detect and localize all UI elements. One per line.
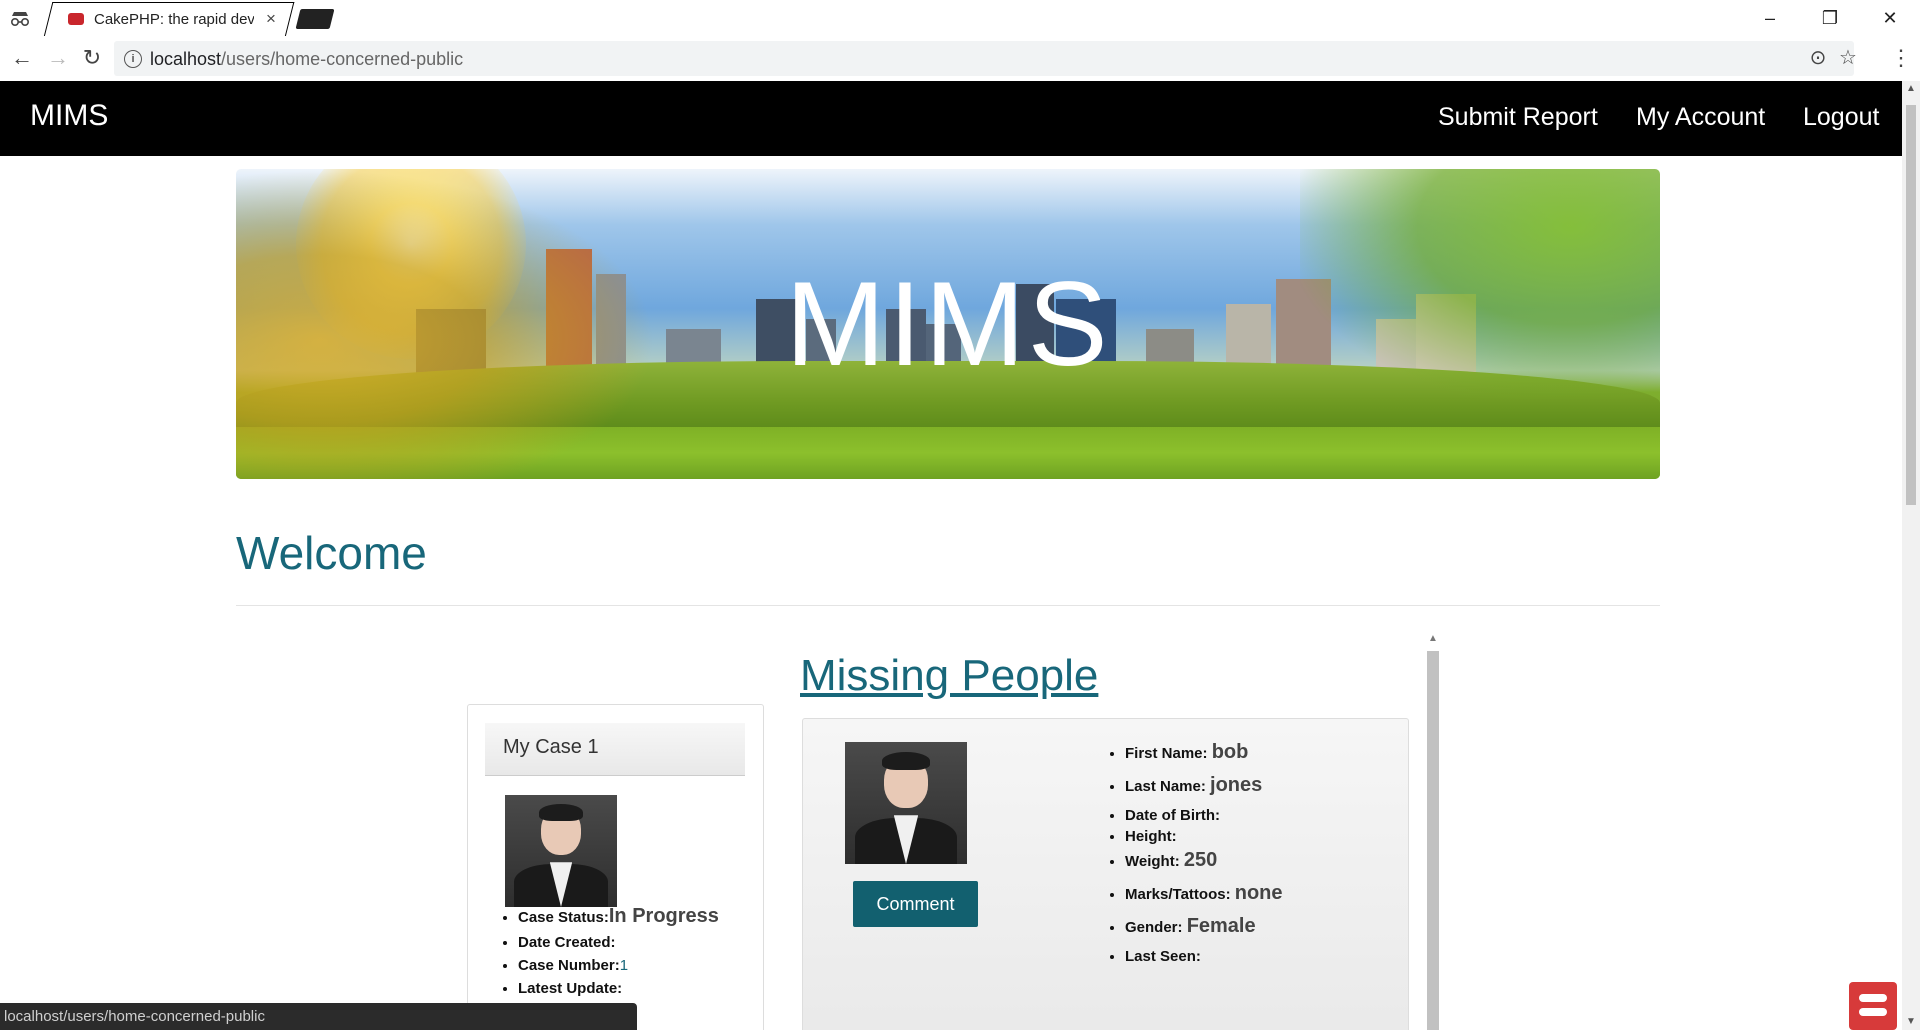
page-scrollbar-thumb[interactable] (1906, 105, 1916, 505)
comment-button[interactable]: Comment (853, 881, 978, 927)
hero-banner: MIMS (236, 169, 1660, 479)
content-scrollbar-thumb[interactable] (1427, 651, 1439, 1030)
address-url[interactable]: localhost/users/home-concerned-public (150, 49, 463, 70)
case-status-label: Case Status: (518, 909, 609, 926)
case-card-header: My Case 1 (485, 723, 745, 776)
last-seen-label: Last Seen: (1125, 948, 1201, 965)
hero-title: MIMS (785, 257, 1111, 391)
weight-value: 250 (1183, 849, 1218, 871)
page-scroll-up-icon[interactable]: ▲ (1902, 81, 1920, 97)
missing-people-link[interactable]: Missing People (800, 651, 1098, 701)
new-tab-button[interactable] (295, 9, 335, 29)
address-bar[interactable]: i localhost/users/home-concerned-public … (114, 41, 1857, 76)
latest-update-item: Latest Update: (518, 980, 719, 997)
location-icon[interactable]: ⊙ (1806, 46, 1830, 70)
browser-toolbar: ← → ↻ i localhost/users/home-concerned-p… (0, 36, 1920, 81)
bookmark-star-icon[interactable]: ☆ (1836, 46, 1860, 70)
case-details-list: Case Status:In Progress Date Created: Ca… (494, 905, 719, 1003)
gender-label: Gender: (1125, 919, 1183, 936)
last-seen-item: Last Seen: (1125, 948, 1283, 965)
restore-icon[interactable]: ❐ (1800, 0, 1860, 36)
tab-title: CakePHP: the rapid deve (94, 10, 254, 28)
page-viewport: MIMS Submit Report My Account Logout MIM… (0, 81, 1902, 1030)
first-name-item: First Name: bob (1125, 741, 1283, 764)
first-name-value: bob (1211, 741, 1249, 763)
brand-link[interactable]: MIMS (30, 99, 108, 133)
dob-item: Date of Birth: (1125, 807, 1283, 824)
latest-update-label: Latest Update: (518, 980, 623, 997)
missing-person-photo (845, 742, 967, 864)
content-scrollbar[interactable]: ▲ (1422, 631, 1440, 1030)
info-icon[interactable]: i (124, 50, 142, 68)
reload-icon[interactable]: ↻ (76, 42, 108, 74)
nav-logout[interactable]: Logout (1803, 103, 1879, 132)
case-status-item: Case Status:In Progress (518, 905, 719, 928)
cakephp-favicon-icon (68, 13, 84, 25)
close-tab-icon[interactable]: × (266, 9, 276, 29)
last-name-value: jones (1210, 774, 1263, 796)
case-number-value[interactable]: 1 (620, 957, 628, 974)
url-host: localhost (150, 49, 222, 69)
marks-item: Marks/Tattoos: none (1125, 882, 1283, 905)
url-path: /users/home-concerned-public (221, 49, 464, 69)
gender-item: Gender: Female (1125, 915, 1283, 938)
browser-tab-content[interactable]: CakePHP: the rapid deve × (62, 2, 292, 36)
case-person-photo (505, 795, 617, 907)
height-label: Height: (1125, 828, 1177, 845)
person-details-list: First Name: bob Last Name: jones Date of… (1103, 741, 1283, 975)
marks-value: none (1234, 882, 1283, 904)
status-url-bubble: localhost/users/home-concerned-public (0, 1003, 637, 1030)
missing-person-card: Comment First Name: bob Last Name: jones… (802, 718, 1409, 1030)
dob-label: Date of Birth: (1125, 807, 1220, 824)
weight-item: Weight: 250 (1125, 849, 1283, 872)
gender-value: Female (1186, 915, 1256, 937)
last-name-item: Last Name: jones (1125, 774, 1283, 797)
last-name-label: Last Name: (1125, 778, 1206, 795)
floating-app-logo-icon[interactable] (1849, 982, 1897, 1030)
divider (236, 605, 1660, 606)
incognito-icon (8, 8, 32, 28)
page-scroll-down-icon[interactable]: ▼ (1902, 1014, 1920, 1030)
forward-icon[interactable]: → (42, 42, 74, 74)
minimize-icon[interactable]: – (1740, 0, 1800, 36)
case-card-title: My Case 1 (503, 736, 599, 758)
welcome-heading: Welcome (236, 527, 427, 579)
date-created-label: Date Created: (518, 934, 616, 951)
case-status-value: In Progress (608, 905, 719, 927)
first-name-label: First Name: (1125, 745, 1208, 762)
close-window-icon[interactable]: ✕ (1860, 0, 1920, 36)
case-number-item: Case Number:1 (518, 957, 719, 974)
my-case-card: My Case 1 Case Status:In Progress Date C… (467, 704, 764, 1030)
case-number-label: Case Number: (518, 957, 620, 974)
nav-my-account[interactable]: My Account (1636, 103, 1765, 132)
marks-label: Marks/Tattoos: (1125, 886, 1231, 903)
scroll-up-icon[interactable]: ▲ (1428, 633, 1438, 644)
weight-label: Weight: (1125, 853, 1180, 870)
browser-tabstrip: CakePHP: the rapid deve × – ❐ ✕ (0, 0, 1920, 37)
site-navbar: MIMS Submit Report My Account Logout (0, 81, 1902, 156)
browser-menu-icon[interactable]: ⋮ (1890, 42, 1912, 74)
page-scrollbar[interactable]: ▲ ▼ (1902, 81, 1920, 1030)
back-icon[interactable]: ← (6, 42, 38, 74)
date-created-item: Date Created: (518, 934, 719, 951)
nav-submit-report[interactable]: Submit Report (1438, 103, 1598, 132)
height-item: Height: (1125, 828, 1283, 845)
